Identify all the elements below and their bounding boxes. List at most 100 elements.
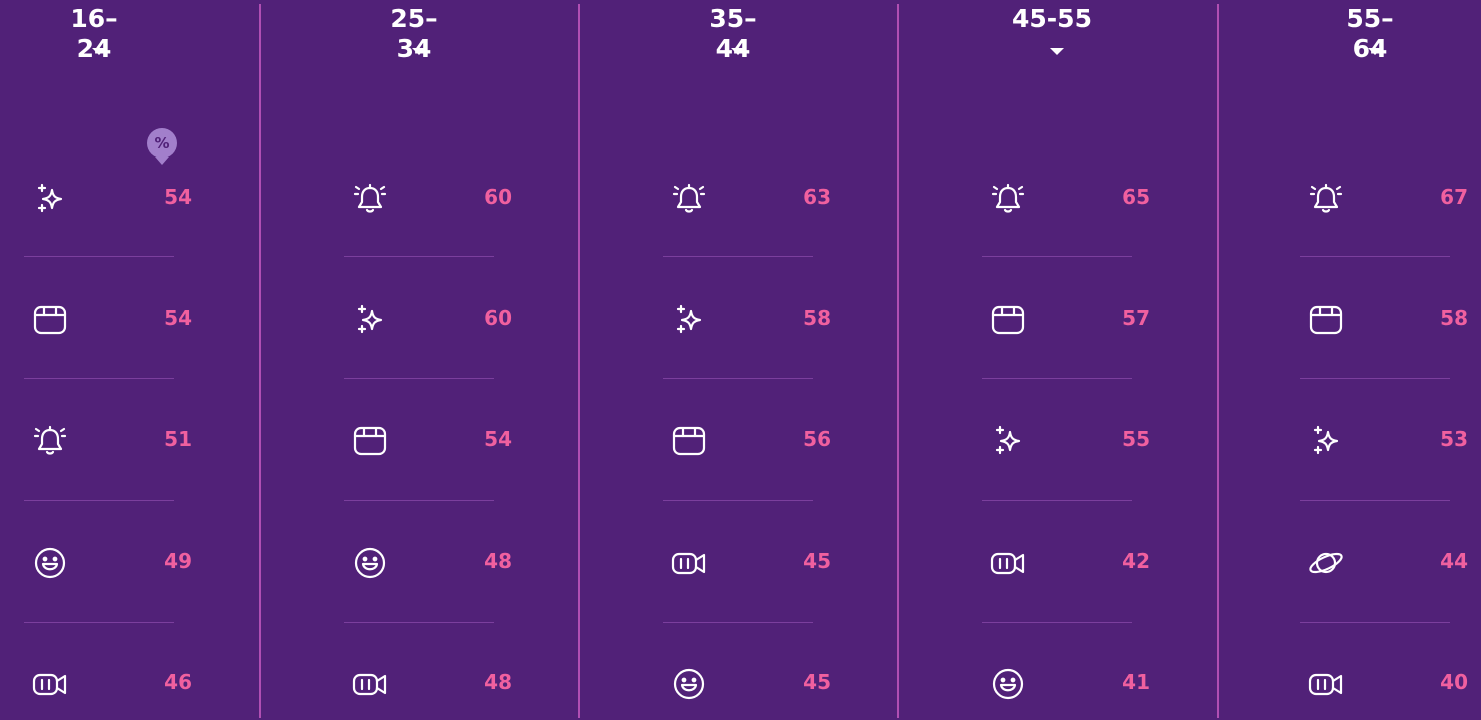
metric-row: 46 <box>24 660 192 704</box>
metric-row: 53 <box>1300 417 1468 461</box>
metric-value: 57 <box>1122 306 1150 330</box>
metric-value: 65 <box>1122 185 1150 209</box>
row-separator <box>1300 378 1450 379</box>
dropdown-caret-icon[interactable] <box>1050 48 1064 55</box>
age-group-label: 45-55 <box>1012 4 1092 33</box>
calendar-icon <box>990 302 1026 338</box>
metric-row: 56 <box>663 417 831 461</box>
smiley-icon <box>671 666 707 702</box>
row-separator <box>982 256 1132 257</box>
age-group-label: 55–64 <box>1346 4 1394 63</box>
metric-value: 51 <box>164 427 192 451</box>
metric-row: 67 <box>1300 175 1468 219</box>
metric-row: 54 <box>24 296 192 340</box>
row-separator <box>663 378 813 379</box>
bell-icon <box>352 181 388 217</box>
age-group-header[interactable]: 25–34 <box>344 4 504 63</box>
metric-row: 42 <box>982 539 1150 583</box>
metric-row: 63 <box>663 175 831 219</box>
age-group-label: 35–44 <box>709 4 757 63</box>
bell-icon <box>671 181 707 217</box>
video-camera-icon <box>990 545 1026 581</box>
calendar-icon <box>32 302 68 338</box>
metric-value: 58 <box>1440 306 1468 330</box>
age-group-column: 35–44 63 58 56 45 45 <box>663 0 831 720</box>
metric-row: 49 <box>24 539 192 583</box>
video-camera-icon <box>1308 666 1344 702</box>
sparkles-icon <box>32 181 68 217</box>
metric-value: 40 <box>1440 670 1468 694</box>
row-separator <box>24 500 174 501</box>
row-separator <box>982 378 1132 379</box>
metric-value: 41 <box>1122 670 1150 694</box>
metric-row: 65 <box>982 175 1150 219</box>
row-separator <box>344 622 494 623</box>
metric-row: 45 <box>663 660 831 704</box>
row-separator <box>24 256 174 257</box>
metric-value: 54 <box>484 427 512 451</box>
sparkles-icon <box>671 302 707 338</box>
metric-row: 54 <box>24 175 192 219</box>
metric-value: 42 <box>1122 549 1150 573</box>
row-separator <box>663 256 813 257</box>
column-divider <box>578 4 580 718</box>
metric-value: 53 <box>1440 427 1468 451</box>
metric-value: 46 <box>164 670 192 694</box>
metric-value: 54 <box>164 306 192 330</box>
metric-value: 58 <box>803 306 831 330</box>
dropdown-caret-icon[interactable] <box>412 48 426 55</box>
metric-row: 48 <box>344 660 512 704</box>
row-separator <box>344 378 494 379</box>
row-separator <box>1300 256 1450 257</box>
age-group-column: 45-55 65 57 55 42 41 <box>982 0 1150 720</box>
age-group-header[interactable]: 35–44 <box>663 4 823 63</box>
metric-value: 60 <box>484 306 512 330</box>
age-group-header[interactable]: 55–64 <box>1300 4 1460 63</box>
age-group-label: 25–34 <box>390 4 438 63</box>
video-camera-icon <box>671 545 707 581</box>
row-separator <box>663 622 813 623</box>
metric-value: 49 <box>164 549 192 573</box>
row-separator <box>24 378 174 379</box>
dropdown-caret-icon[interactable] <box>731 48 745 55</box>
metric-row: 60 <box>344 296 512 340</box>
smiley-icon <box>352 545 388 581</box>
sparkles-icon <box>990 423 1026 459</box>
metric-row: 57 <box>982 296 1150 340</box>
metric-value: 60 <box>484 185 512 209</box>
metric-row: 58 <box>1300 296 1468 340</box>
metric-value: 44 <box>1440 549 1468 573</box>
column-divider <box>259 4 261 718</box>
dropdown-caret-icon[interactable] <box>1368 48 1382 55</box>
video-camera-icon <box>352 666 388 702</box>
video-camera-icon <box>32 666 68 702</box>
metric-value: 45 <box>803 549 831 573</box>
metric-row: 44 <box>1300 539 1468 583</box>
column-divider <box>1217 4 1219 718</box>
metric-row: 45 <box>663 539 831 583</box>
bell-icon <box>32 423 68 459</box>
row-separator <box>1300 622 1450 623</box>
age-group-label: 16–24 <box>70 4 118 63</box>
row-separator <box>982 622 1132 623</box>
dropdown-caret-icon[interactable] <box>92 48 106 55</box>
age-group-column: 55–64 67 58 53 44 40 <box>1300 0 1468 720</box>
row-separator <box>344 256 494 257</box>
metric-row: 41 <box>982 660 1150 704</box>
calendar-icon <box>671 423 707 459</box>
metric-value: 48 <box>484 549 512 573</box>
row-separator <box>663 500 813 501</box>
metric-row: 58 <box>663 296 831 340</box>
bell-icon <box>990 181 1026 217</box>
metric-row: 60 <box>344 175 512 219</box>
row-separator <box>982 500 1132 501</box>
bell-icon <box>1308 181 1344 217</box>
sparkles-icon <box>352 302 388 338</box>
metric-value: 45 <box>803 670 831 694</box>
metric-value: 54 <box>164 185 192 209</box>
age-group-column: 16–24 54 54 51 49 46 <box>24 0 192 720</box>
age-group-header[interactable]: 16–24 <box>24 4 184 63</box>
metric-row: 48 <box>344 539 512 583</box>
age-group-header[interactable]: 45-55 <box>982 4 1142 62</box>
smiley-icon <box>32 545 68 581</box>
